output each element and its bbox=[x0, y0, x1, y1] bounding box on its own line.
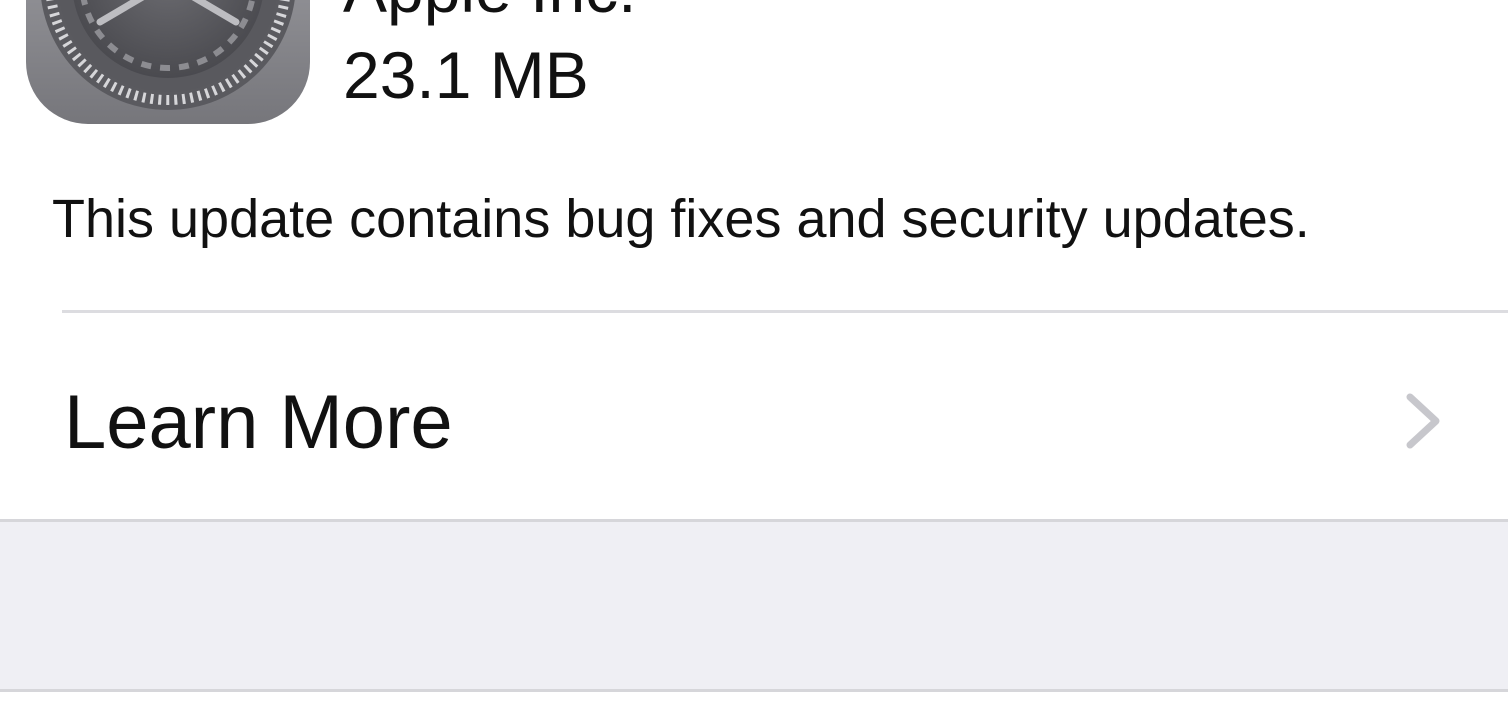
settings-gear-icon bbox=[26, 0, 310, 124]
developer-name: Apple Inc. bbox=[343, 0, 637, 22]
learn-more-label: Learn More bbox=[64, 380, 453, 465]
chevron-right-icon bbox=[1402, 391, 1446, 451]
grouped-section-background bbox=[0, 522, 1508, 689]
update-description: This update contains bug fixes and secur… bbox=[52, 189, 1310, 249]
next-cell bbox=[0, 692, 1508, 706]
update-size: 23.1 MB bbox=[343, 38, 589, 112]
learn-more-row[interactable]: Learn More bbox=[0, 313, 1508, 519]
